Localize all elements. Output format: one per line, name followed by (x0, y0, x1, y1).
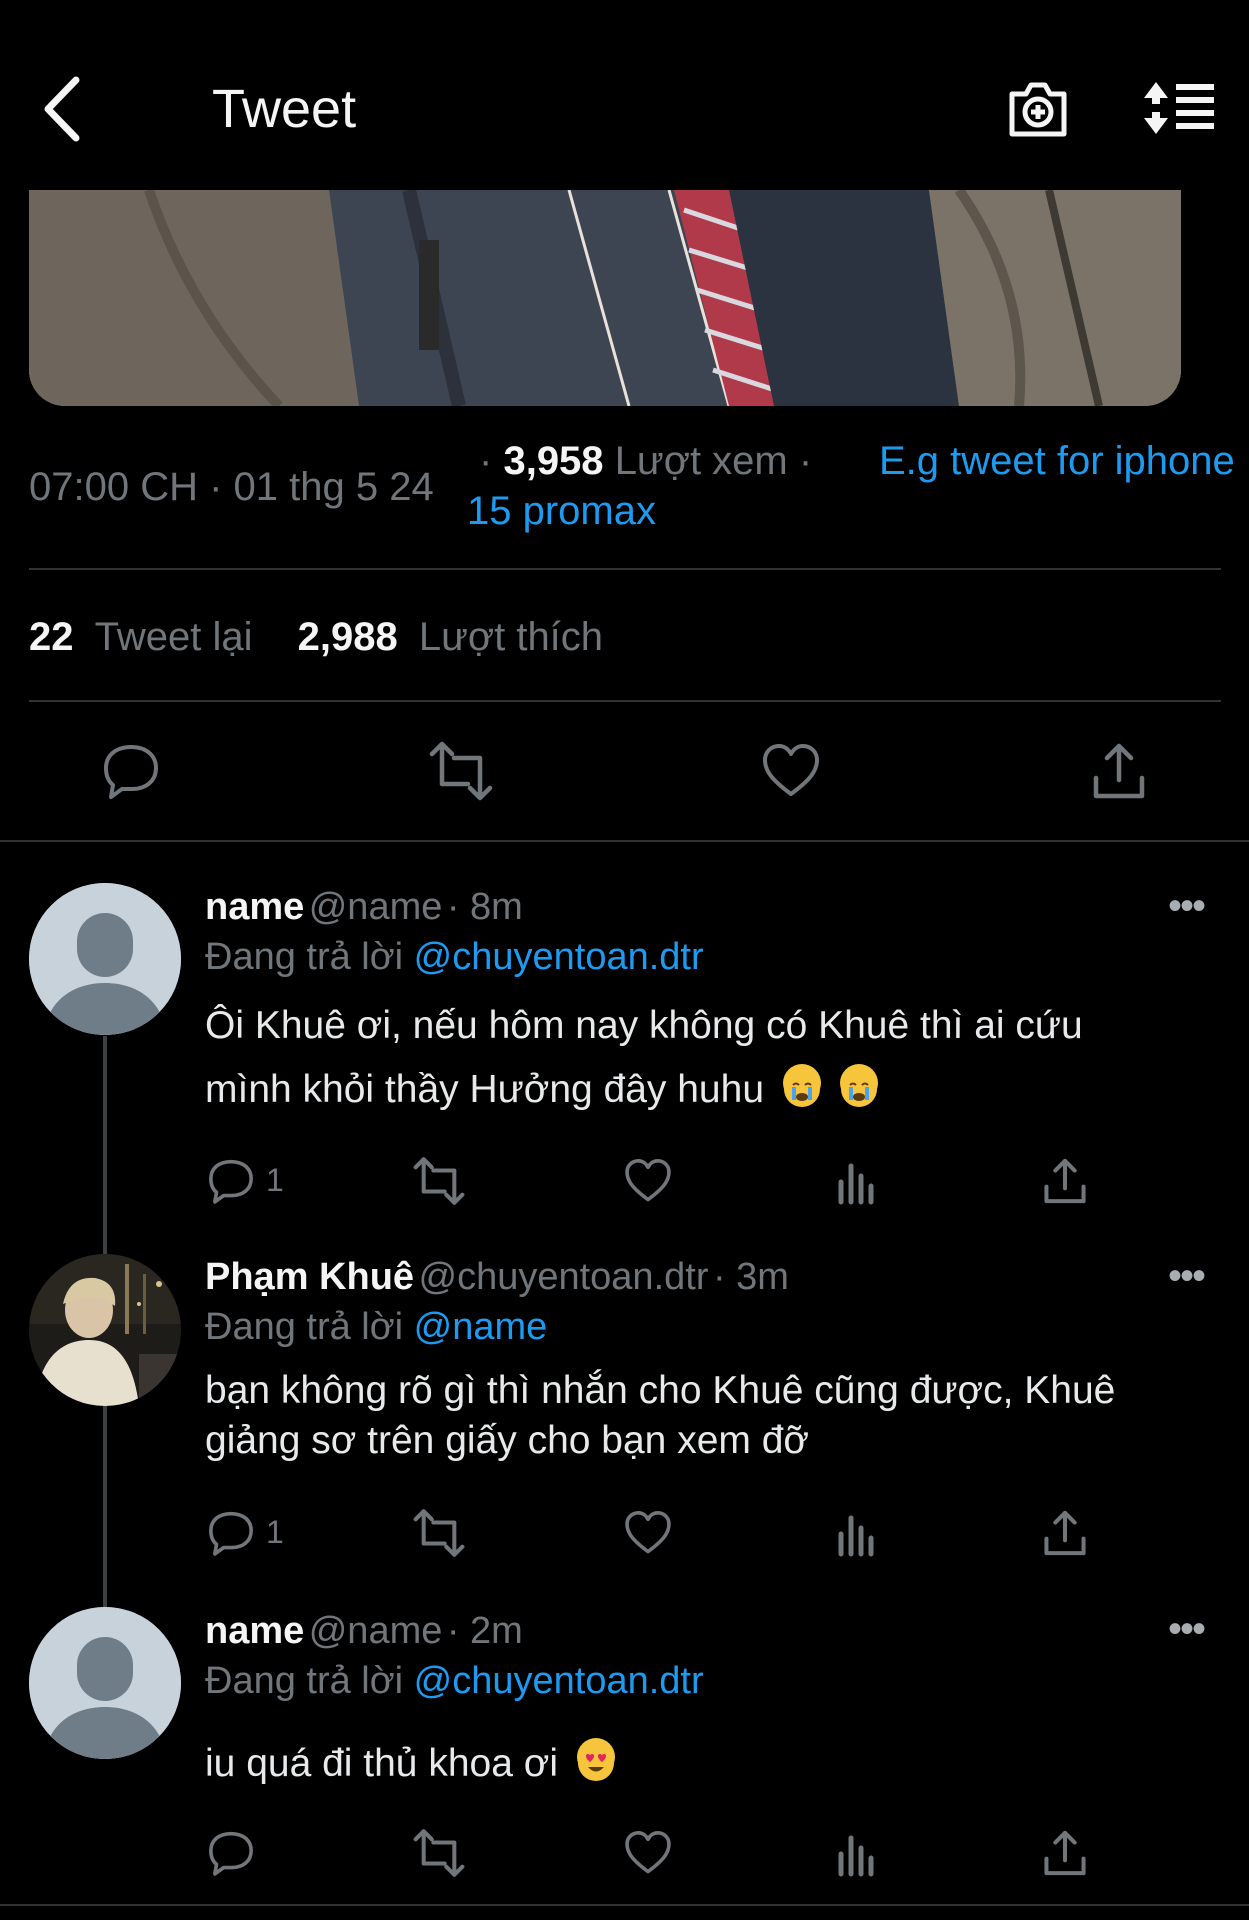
divider (0, 1904, 1249, 1906)
retweets-label[interactable]: Tweet lại (95, 615, 253, 659)
avatar[interactable] (29, 883, 181, 1035)
share-icon[interactable] (1040, 1508, 1090, 1558)
divider (29, 700, 1221, 702)
camera-add-icon[interactable] (1006, 80, 1070, 138)
reply-icon[interactable] (206, 1828, 256, 1878)
share-icon[interactable] (1040, 1156, 1090, 1206)
analytics-icon[interactable] (833, 1156, 883, 1206)
more-options-icon[interactable]: ••• (1168, 884, 1206, 929)
share-icon[interactable] (1040, 1828, 1090, 1878)
tweet-stats: 22 Tweet lại 2,988 Lượt thích (29, 612, 603, 662)
reply-header: name @name · 8m (205, 886, 523, 929)
reply-icon[interactable] (100, 740, 162, 802)
like-icon[interactable] (623, 1156, 673, 1206)
likes-label[interactable]: Lượt thích (419, 615, 603, 659)
page-title: Tweet (212, 79, 357, 139)
divider (29, 568, 1221, 570)
user-handle[interactable]: @chuyentoan.dtr (419, 1256, 709, 1298)
tweet-timestamp: 07:00 CH · 01 thg 5 24 (29, 465, 434, 509)
like-icon[interactable] (623, 1508, 673, 1558)
likes-count[interactable]: 2,988 (298, 615, 398, 659)
back-button[interactable] (38, 74, 86, 144)
sort-icon[interactable] (1142, 80, 1216, 136)
more-options-icon[interactable]: ••• (1168, 1607, 1206, 1652)
reply-text: Ôi Khuê ơi, nếu hôm nay không có Khuê th… (205, 994, 1215, 1122)
retweets-count[interactable]: 22 (29, 615, 74, 659)
reply-time: · 2m (446, 1610, 523, 1652)
retweet-icon[interactable] (412, 1508, 465, 1558)
tweet-source-link[interactable]: E.g tweet for iphone 15 promax (467, 436, 1249, 536)
retweet-icon[interactable] (412, 1156, 465, 1206)
replying-to: Đang trả lời @chuyentoan.dtr (205, 936, 704, 979)
avatar[interactable] (29, 1607, 181, 1759)
reply-text-line: mình khỏi thầy Hưởng đây huhu (205, 1068, 765, 1111)
replying-label: Đang trả lời (205, 1660, 404, 1702)
share-icon[interactable] (1088, 740, 1150, 802)
reply-icon[interactable] (206, 1156, 256, 1206)
like-icon[interactable] (760, 740, 822, 802)
replying-to-handle[interactable]: @name (414, 1306, 548, 1348)
retweet-icon[interactable] (428, 740, 493, 802)
retweet-icon[interactable] (412, 1828, 465, 1878)
tweet-photo[interactable] (29, 190, 1181, 406)
user-name[interactable]: Phạm Khuê (205, 1256, 414, 1298)
replying-to-handle[interactable]: @chuyentoan.dtr (414, 936, 704, 978)
reply-text-line: giảng sơ trên giấy cho bạn xem đỡ (205, 1419, 809, 1462)
heart-eyes-emoji-icon (576, 1738, 615, 1781)
replying-to: Đang trả lời @name (205, 1306, 547, 1349)
reply-header: name @name · 2m (205, 1610, 523, 1653)
analytics-icon[interactable] (833, 1828, 883, 1878)
reply-text-line: iu quá đi thủ khoa ơi (205, 1742, 558, 1785)
reply-count: 1 (266, 1162, 284, 1198)
reply-time: · 3m (712, 1256, 789, 1298)
reply-text-line: bạn không rõ gì thì nhắn cho Khuê cũng đ… (205, 1369, 1116, 1412)
reply-count: 1 (266, 1514, 284, 1550)
user-name[interactable]: name (205, 1610, 304, 1652)
divider (0, 840, 1249, 842)
reply-time: · 8m (446, 886, 523, 928)
reply-header: Phạm Khuê @chuyentoan.dtr · 3m (205, 1256, 789, 1299)
user-handle[interactable]: @name (309, 1610, 443, 1652)
reply-text: bạn không rõ gì thì nhắn cho Khuê cũng đ… (205, 1366, 1235, 1466)
replying-label: Đang trả lời (205, 936, 404, 978)
reply-icon[interactable] (206, 1508, 256, 1558)
user-name[interactable]: name (205, 886, 304, 928)
more-options-icon[interactable]: ••• (1168, 1254, 1206, 1299)
like-icon[interactable] (623, 1828, 673, 1878)
crying-emoji-icon (839, 1064, 878, 1107)
analytics-icon[interactable] (833, 1508, 883, 1558)
replying-label: Đang trả lời (205, 1306, 404, 1348)
replying-to: Đang trả lời @chuyentoan.dtr (205, 1660, 704, 1703)
replying-to-handle[interactable]: @chuyentoan.dtr (414, 1660, 704, 1702)
reply-text: iu quá đi thủ khoa ơi (205, 1732, 1215, 1796)
reply-text-line: Ôi Khuê ơi, nếu hôm nay không có Khuê th… (205, 1004, 1083, 1047)
crying-emoji-icon (782, 1064, 821, 1107)
avatar[interactable] (29, 1254, 181, 1406)
user-handle[interactable]: @name (309, 886, 443, 928)
